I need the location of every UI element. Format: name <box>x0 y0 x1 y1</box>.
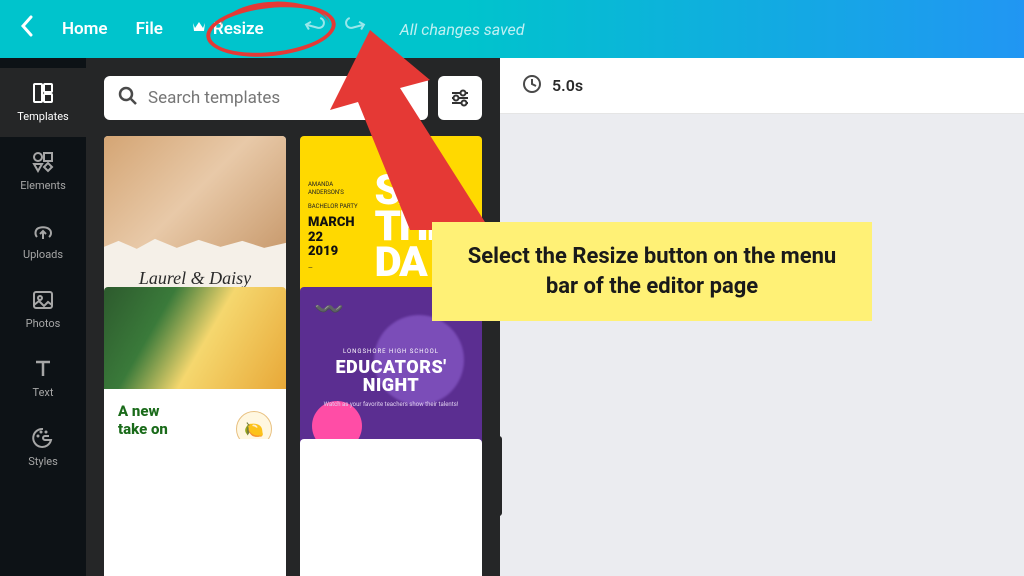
sidebar-item-label: Elements <box>20 179 66 192</box>
template-text: MARCH <box>308 216 368 230</box>
search-input[interactable] <box>148 88 414 108</box>
sidebar-item-templates[interactable]: Templates <box>0 68 86 137</box>
resize-button[interactable]: Resize <box>191 19 264 39</box>
back-button[interactable] <box>20 15 34 43</box>
sidebar-item-label: Styles <box>28 455 58 468</box>
left-sidebar: Templates Elements Uploads Photos Text <box>0 58 86 576</box>
elements-icon <box>30 149 56 175</box>
templates-panel: Laurel & Daisy OPENING SOON AMANDA ANDER… <box>86 58 500 576</box>
filter-button[interactable] <box>438 76 482 120</box>
template-text: NIGHT <box>324 377 459 395</box>
file-menu[interactable]: File <box>136 19 163 39</box>
template-text: AMANDA ANDERSON'S <box>308 181 368 197</box>
search-row <box>104 76 482 120</box>
sidebar-item-label: Uploads <box>23 248 63 261</box>
template-title: Laurel & Daisy <box>139 268 251 289</box>
sidebar-item-label: Templates <box>17 110 68 123</box>
sidebar-item-photos[interactable]: Photos <box>0 275 86 344</box>
chevron-left-icon <box>20 15 34 37</box>
save-status: All changes saved <box>400 20 525 39</box>
template-text: LONGSHORE HIGH SCHOOL <box>324 348 459 355</box>
search-box[interactable] <box>104 76 428 120</box>
sliders-icon <box>449 87 471 109</box>
redo-icon <box>344 15 366 37</box>
template-text: BACHELOR PARTY <box>308 203 368 211</box>
template-text: 22 <box>308 231 368 245</box>
template-text: — <box>308 265 368 273</box>
clock-icon[interactable] <box>522 74 542 98</box>
resize-label: Resize <box>213 19 264 39</box>
template-card[interactable] <box>104 439 286 576</box>
sidebar-item-label: Text <box>33 386 54 399</box>
template-text: take on <box>118 421 168 438</box>
sidebar-item-uploads[interactable]: Uploads <box>0 206 86 275</box>
redo-button[interactable] <box>344 15 366 43</box>
photos-icon <box>30 287 56 313</box>
duration-value[interactable]: 5.0s <box>552 76 583 95</box>
home-button[interactable]: Home <box>62 19 108 39</box>
template-grid: Laurel & Daisy OPENING SOON AMANDA ANDER… <box>104 136 482 576</box>
top-menu-bar: Home File Resize All changes saved <box>0 0 1024 58</box>
undo-redo-group <box>304 15 366 43</box>
styles-icon <box>30 425 56 451</box>
sidebar-item-elements[interactable]: Elements <box>0 137 86 206</box>
undo-button[interactable] <box>304 15 326 43</box>
template-text: Watch as your favorite teachers show the… <box>324 401 459 409</box>
crown-icon <box>191 20 207 38</box>
template-text: A new <box>118 403 168 420</box>
template-card[interactable] <box>300 439 482 576</box>
canvas-area: 5.0s <box>500 58 1024 576</box>
search-icon <box>118 86 138 110</box>
template-text: 2019 <box>308 245 368 259</box>
canvas-toolbar: 5.0s <box>500 58 1024 114</box>
sidebar-item-text[interactable]: Text <box>0 344 86 413</box>
text-icon <box>30 356 56 382</box>
panel-resize-handle[interactable] <box>494 120 504 556</box>
sidebar-item-label: Photos <box>26 317 61 330</box>
sidebar-item-styles[interactable]: Styles <box>0 413 86 482</box>
template-thumbnail-image <box>104 136 286 249</box>
undo-icon <box>304 15 326 37</box>
templates-icon <box>30 80 56 106</box>
uploads-icon <box>30 218 56 244</box>
decorative-wave <box>314 295 354 325</box>
template-thumbnail-image <box>104 287 286 389</box>
main-area: Templates Elements Uploads Photos Text <box>0 58 1024 576</box>
template-text: DA <box>374 245 482 281</box>
